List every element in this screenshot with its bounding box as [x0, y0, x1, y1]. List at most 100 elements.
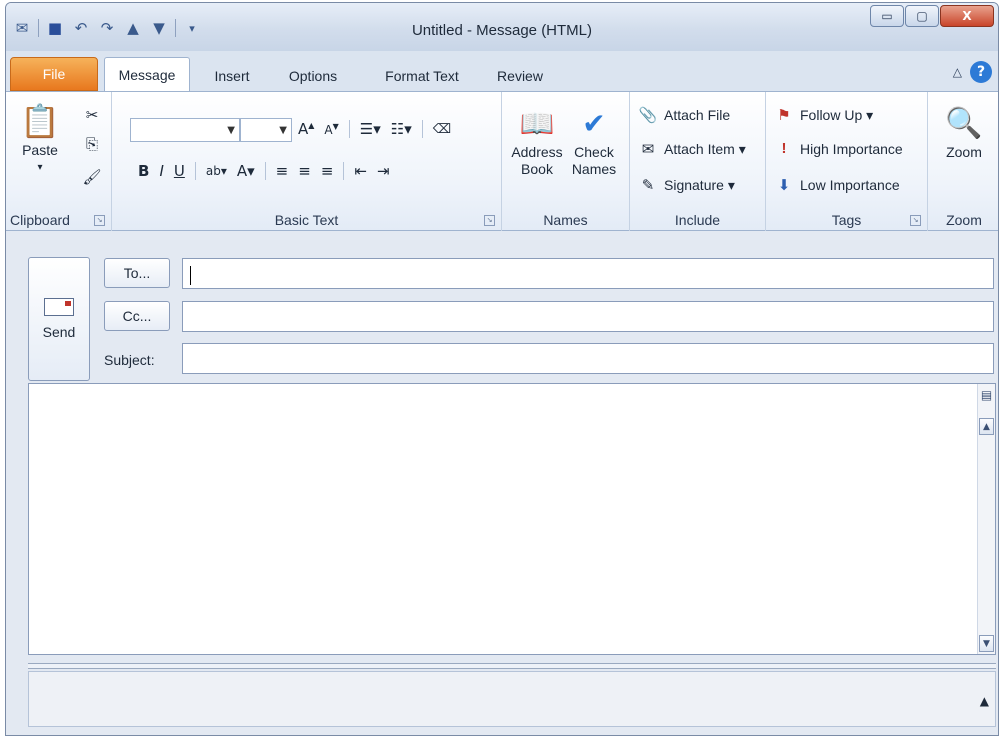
address-book-button[interactable]: 📖 Address Book: [508, 102, 566, 178]
window-controls: ▭ ▢ X: [870, 5, 994, 27]
signature-icon: ✎: [641, 177, 655, 194]
copy-icon: ⎘: [85, 136, 98, 153]
group-basic-text: ▼ ▼ A▲ A▼ ☰▾ ☷▾ ⌫ B I U ab▾ A▾ ≡ ≡ ≡ ⇤ ⇥…: [112, 92, 502, 232]
shrink-font-icon[interactable]: A▼: [324, 122, 338, 137]
underline-icon[interactable]: U: [174, 162, 185, 180]
clear-formatting-icon[interactable]: ⌫: [433, 122, 451, 137]
window-title: Untitled - Message (HTML): [411, 22, 593, 39]
pane-divider[interactable]: [28, 663, 996, 669]
font-size-combo[interactable]: ▼: [240, 118, 292, 142]
attach-file-button[interactable]: 📎 Attach File: [638, 106, 730, 124]
align-left-icon[interactable]: ≡: [276, 162, 289, 180]
basic-text-row1: A▲ A▼ ☰▾ ☷▾ ⌫: [298, 120, 451, 138]
group-label-tags: Tags: [831, 212, 862, 228]
attach-item-button[interactable]: ✉ Attach Item ▾: [638, 140, 746, 159]
check-names-icon: ✔: [582, 107, 606, 139]
to-button[interactable]: To...: [104, 258, 170, 288]
high-importance-label: High Importance: [800, 140, 903, 157]
scroll-up-icon[interactable]: ▲: [979, 418, 994, 435]
follow-up-label: Follow Up ▾: [800, 106, 874, 123]
signature-button[interactable]: ✎ Signature ▾: [638, 176, 735, 195]
low-importance-button[interactable]: ⬇ Low Importance: [774, 176, 900, 194]
help-icon[interactable]: ?: [970, 61, 992, 83]
font-name-combo[interactable]: ▼: [130, 118, 240, 142]
message-body[interactable]: ▤ ▲ ▼: [28, 383, 996, 655]
exclamation-icon: !: [781, 140, 787, 157]
send-button[interactable]: Send: [28, 257, 90, 381]
text-caret: [190, 266, 191, 285]
high-importance-button[interactable]: ! High Importance: [774, 140, 903, 157]
tab-options[interactable]: Options: [278, 61, 348, 91]
align-right-icon[interactable]: ≡: [321, 162, 334, 180]
paste-button[interactable]: 📋 Paste ▾: [20, 100, 60, 176]
bold-icon[interactable]: B: [138, 162, 149, 180]
scroll-down-icon[interactable]: ▼: [979, 635, 994, 652]
minimize-ribbon-icon[interactable]: △: [953, 65, 962, 79]
numbering-icon[interactable]: ☷▾: [391, 120, 412, 138]
bullets-icon[interactable]: ☰▾: [360, 120, 381, 138]
separator: [194, 162, 196, 180]
minimize-button[interactable]: ▭: [870, 5, 904, 27]
chevron-down-icon: ▾: [37, 162, 43, 173]
decrease-indent-icon[interactable]: ⇤: [354, 162, 367, 180]
align-center-icon[interactable]: ≡: [298, 162, 311, 180]
tab-format-text[interactable]: Format Text: [372, 61, 472, 91]
separator: [343, 162, 345, 180]
separator: [421, 120, 423, 138]
paste-label: Paste: [22, 142, 58, 158]
vertical-scrollbar[interactable]: ▤ ▲ ▼: [977, 384, 995, 654]
group-clipboard: 📋 Paste ▾ ✂ ⎘ 🖌 Clipboard ↘: [6, 92, 112, 232]
down-arrow-icon: ⬇: [777, 177, 791, 194]
expand-people-pane-icon[interactable]: ▲: [980, 694, 989, 708]
tab-insert[interactable]: Insert: [204, 61, 260, 91]
group-label-zoom: Zoom: [946, 212, 982, 228]
group-label-basic-text: Basic Text: [274, 212, 339, 228]
increase-indent-icon[interactable]: ⇥: [377, 162, 390, 180]
clipboard-launcher-icon[interactable]: ↘: [94, 215, 105, 226]
cc-button[interactable]: Cc...: [104, 301, 170, 331]
cut-button[interactable]: ✂: [82, 106, 102, 124]
highlight-icon[interactable]: ab▾: [206, 164, 227, 178]
to-field[interactable]: [182, 258, 994, 289]
tab-review[interactable]: Review: [490, 61, 550, 91]
zoom-label: Zoom: [946, 144, 982, 160]
close-button[interactable]: X: [940, 5, 994, 27]
maximize-button[interactable]: ▢: [905, 5, 939, 27]
cc-field[interactable]: [182, 301, 994, 332]
ribbon-tabs: File Message Insert Options Format Text …: [6, 55, 998, 91]
address-book-label: Address Book: [511, 144, 563, 177]
grow-font-icon[interactable]: A▲: [298, 120, 314, 138]
separator: [264, 162, 266, 180]
tab-file[interactable]: File: [10, 57, 98, 91]
group-zoom: 🔍 Zoom Zoom: [928, 92, 998, 232]
magnifier-icon: 🔍: [945, 106, 983, 140]
send-icon: [44, 298, 74, 316]
scissors-icon: ✂: [85, 107, 99, 124]
basic-text-row2: B I U ab▾ A▾ ≡ ≡ ≡ ⇤ ⇥: [138, 162, 390, 180]
check-names-button[interactable]: ✔ Check Names: [566, 102, 622, 178]
copy-button[interactable]: ⎘: [82, 136, 102, 153]
ruler-icon[interactable]: ▤: [979, 388, 994, 408]
check-names-label: Check Names: [571, 144, 617, 177]
group-tags: ⚑ Follow Up ▾ ! High Importance ⬇ Low Im…: [766, 92, 928, 232]
send-label: Send: [42, 324, 76, 340]
italic-icon[interactable]: I: [159, 162, 163, 180]
zoom-button[interactable]: 🔍 Zoom: [938, 102, 990, 161]
group-label-names: Names: [543, 212, 588, 228]
basic-text-launcher-icon[interactable]: ↘: [484, 215, 495, 226]
tags-launcher-icon[interactable]: ↘: [910, 215, 921, 226]
subject-field[interactable]: [182, 343, 994, 374]
attach-file-label: Attach File: [664, 107, 731, 123]
people-pane: ▲: [28, 671, 996, 727]
attach-item-label: Attach Item ▾: [664, 140, 746, 157]
help-area: △ ?: [953, 61, 992, 83]
message-window: ✉ ■ ↶ ↷ ▲ ▼ ▾ Untitled - Message (HTML) …: [5, 2, 999, 736]
group-label-include: Include: [674, 212, 721, 228]
format-painter-button[interactable]: 🖌: [82, 168, 102, 186]
tab-message[interactable]: Message: [104, 57, 190, 91]
subject-label: Subject:: [104, 352, 155, 368]
paperclip-icon: 📎: [638, 107, 658, 124]
font-color-icon[interactable]: A▾: [237, 162, 255, 180]
follow-up-button[interactable]: ⚑ Follow Up ▾: [774, 106, 874, 125]
group-include: 📎 Attach File ✉ Attach Item ▾ ✎ Signatur…: [630, 92, 766, 232]
